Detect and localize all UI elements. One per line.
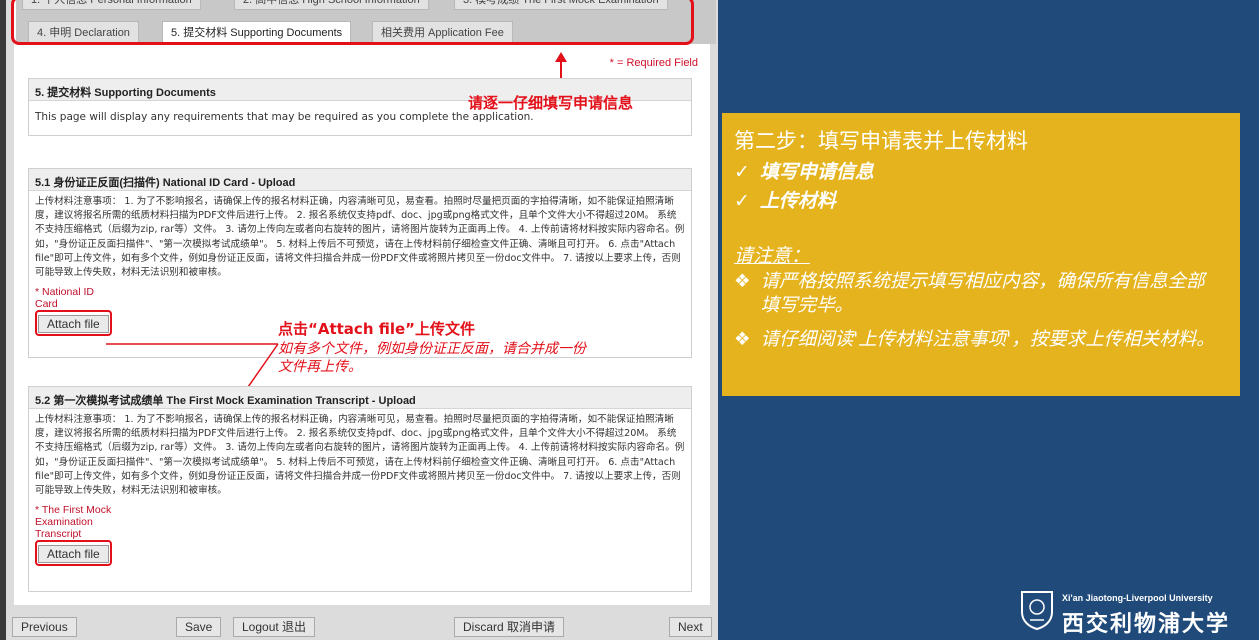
- attach-file-button[interactable]: Attach file: [38, 545, 109, 564]
- attach-file-button[interactable]: Attach file: [38, 315, 109, 334]
- upload-notes: 上传材料注意事项： 1. 为了不影响报名，请确保上传的报名材料正确，内容清晰可见…: [35, 196, 685, 279]
- attach-highlight-frame: Attach file: [35, 540, 112, 567]
- national-id-section-title: 5.1 身份证正反面(扫描件) National ID Card - Uploa…: [29, 169, 691, 191]
- checkmark-icon: ✓: [734, 161, 750, 183]
- mock-exam-upload-section: 5.2 第一次模拟考试成绩单 The First Mock Examinatio…: [28, 386, 692, 592]
- required-field-note: * = Required Field: [609, 57, 698, 69]
- tab-declaration[interactable]: 4. 申明 Declaration: [28, 21, 139, 43]
- attach-highlight-frame: Attach file: [35, 310, 112, 337]
- annotation-merge-files-line1: 如有多个文件，例如身份证正反面，请合并成一份: [278, 341, 586, 357]
- previous-button[interactable]: Previous: [12, 617, 77, 637]
- tab-bar: 1. 个人信息 Personal Information 2. 高中信息 Hig…: [16, 0, 716, 44]
- university-logo: Xi'an Jiaotong-Liverpool University 西交利物…: [1018, 586, 1258, 638]
- notice-bullet: ❖ 请仔细阅读'上传材料注意事项'，按要求上传相关材料。: [734, 328, 1234, 352]
- national-id-field-label: * National ID Card: [35, 286, 94, 311]
- notice-heading: 请注意：: [734, 245, 811, 267]
- diamond-bullet-icon: ❖: [734, 271, 751, 292]
- check-item-upload: ✓ 上传材料: [734, 186, 836, 213]
- notice-bullet-text: 请仔细阅读'上传材料注意事项'，按要求上传相关材料。: [760, 329, 1215, 350]
- instructions-box: 第二步：填写申请表并上传材料 ✓ 填写申请信息 ✓ 上传材料 请注意： ❖ 请严格按照…: [722, 113, 1240, 396]
- mock-exam-field-label: * The First Mock Examination Transcript: [35, 504, 112, 541]
- check-item-label: 上传材料: [759, 190, 836, 212]
- annotation-fill-in-info: 请逐一仔细填写申请信息: [468, 94, 634, 112]
- checkmark-icon: ✓: [734, 190, 750, 212]
- next-button[interactable]: Next: [669, 617, 712, 637]
- logo-chinese-name: 西交利物浦大学: [1062, 611, 1231, 637]
- tab-high-school-information[interactable]: 2. 高中信息 High School Information: [234, 0, 429, 10]
- annotation-merge-files-line2: 文件再上传。: [278, 359, 362, 375]
- tab-first-mock-examination[interactable]: 3. 模考成绩 The First Mock Examination: [454, 0, 668, 10]
- application-form-panel: 1. 个人信息 Personal Information 2. 高中信息 Hig…: [6, 0, 718, 640]
- shield-icon: [1021, 591, 1053, 630]
- tab-supporting-documents[interactable]: 5. 提交材料 Supporting Documents: [162, 21, 352, 43]
- tab-application-fee[interactable]: 相关费用 Application Fee: [372, 21, 513, 43]
- mock-exam-section-body: 上传材料注意事项： 1. 为了不影响报名，请确保上传的报名材料正确，内容清晰可见…: [29, 409, 691, 570]
- diamond-bullet-icon: ❖: [734, 329, 751, 350]
- instructions-title: 第二步：填写申请表并上传材料: [734, 129, 1028, 153]
- mock-exam-section-title: 5.2 第一次模拟考试成绩单 The First Mock Examinatio…: [29, 387, 691, 409]
- discard-button[interactable]: Discard 取消申请: [454, 617, 565, 637]
- check-item-label: 填写申请信息: [759, 161, 874, 183]
- save-button[interactable]: Save: [176, 617, 222, 637]
- upload-notes: 上传材料注意事项： 1. 为了不影响报名，请确保上传的报名材料正确，内容清晰可见…: [35, 414, 685, 497]
- tab-personal-information[interactable]: 1. 个人信息 Personal Information: [22, 0, 201, 10]
- notice-bullet-text: 请严格按照系统提示填写相应内容，确保所有信息全部填写完毕。: [760, 271, 1205, 316]
- annotation-click-attach: 点击“Attach file”上传文件: [278, 320, 476, 338]
- logout-button[interactable]: Logout 退出: [233, 617, 316, 637]
- notice-bullet: ❖ 请严格按照系统提示填写相应内容，确保所有信息全部填写完毕。: [734, 270, 1234, 318]
- check-item-fill-info: ✓ 填写申请信息: [734, 157, 874, 184]
- logo-english-name: Xi'an Jiaotong-Liverpool University: [1062, 593, 1213, 603]
